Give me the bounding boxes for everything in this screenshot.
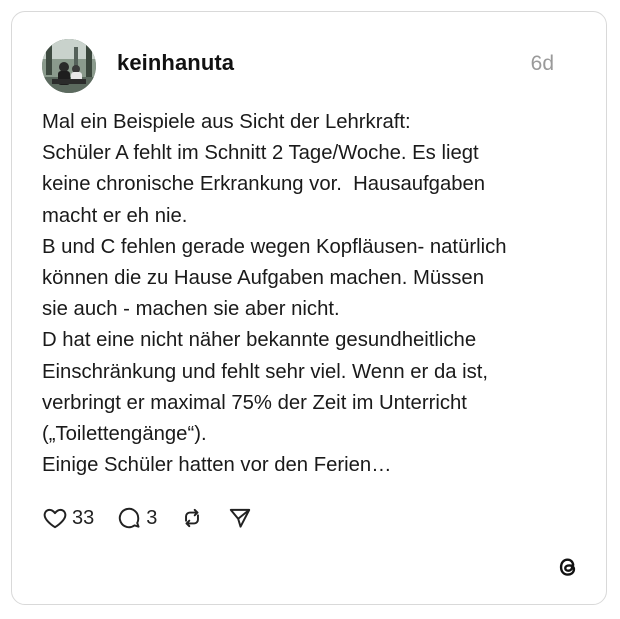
reply-button[interactable]: 3 — [116, 505, 157, 531]
reply-icon — [116, 505, 142, 531]
post-text-line: macht er eh nie. — [42, 204, 188, 227]
like-button[interactable]: 33 — [42, 505, 94, 531]
post-text: Mal ein Beispiele aus Sicht der Lehrkraf… — [42, 107, 582, 481]
repost-icon — [179, 505, 205, 531]
post-text-line: Mal ein Beispiele aus Sicht der Lehrkraf… — [42, 111, 411, 133]
post-text-line: B und C fehlen gerade wegen Kopfläusen- … — [42, 235, 507, 258]
post-timestamp[interactable]: 6d — [531, 52, 554, 76]
repost-button[interactable] — [179, 505, 205, 531]
post-text-line: Einige Schüler hatten vor den Ferien… — [42, 454, 392, 477]
share-button[interactable] — [227, 505, 253, 531]
post-text-line: Schüler A fehlt im Schnitt 2 Tage/Woche.… — [42, 142, 479, 165]
username[interactable]: keinhanuta — [117, 50, 234, 76]
action-bar: 33 3 — [42, 502, 275, 534]
like-count: 33 — [72, 506, 95, 529]
post-text-line: Einschränkung und fehlt sehr viel. Wenn … — [42, 360, 489, 383]
avatar[interactable] — [42, 39, 96, 93]
heart-icon — [42, 505, 68, 531]
post-text-line: verbringt er maximal 75% der Zeit im Unt… — [42, 391, 467, 414]
send-icon — [227, 505, 253, 531]
post-text-line: keine chronische Erkrankung vor. Hausauf… — [42, 173, 486, 196]
post-text-line: („Toilettengänge“). — [42, 423, 207, 446]
post-text-line: können die zu Hause Aufgaben machen. Müs… — [42, 267, 484, 290]
threads-logo-icon[interactable] — [555, 554, 581, 580]
reply-count: 3 — [146, 506, 158, 529]
post-text-line: D hat eine nicht näher bekannte gesundhe… — [42, 329, 477, 352]
post-text-line: sie auch - machen sie aber nicht. — [42, 298, 340, 321]
post-card: keinhanuta 6d Mal ein Beispiele aus Sich… — [11, 11, 607, 605]
